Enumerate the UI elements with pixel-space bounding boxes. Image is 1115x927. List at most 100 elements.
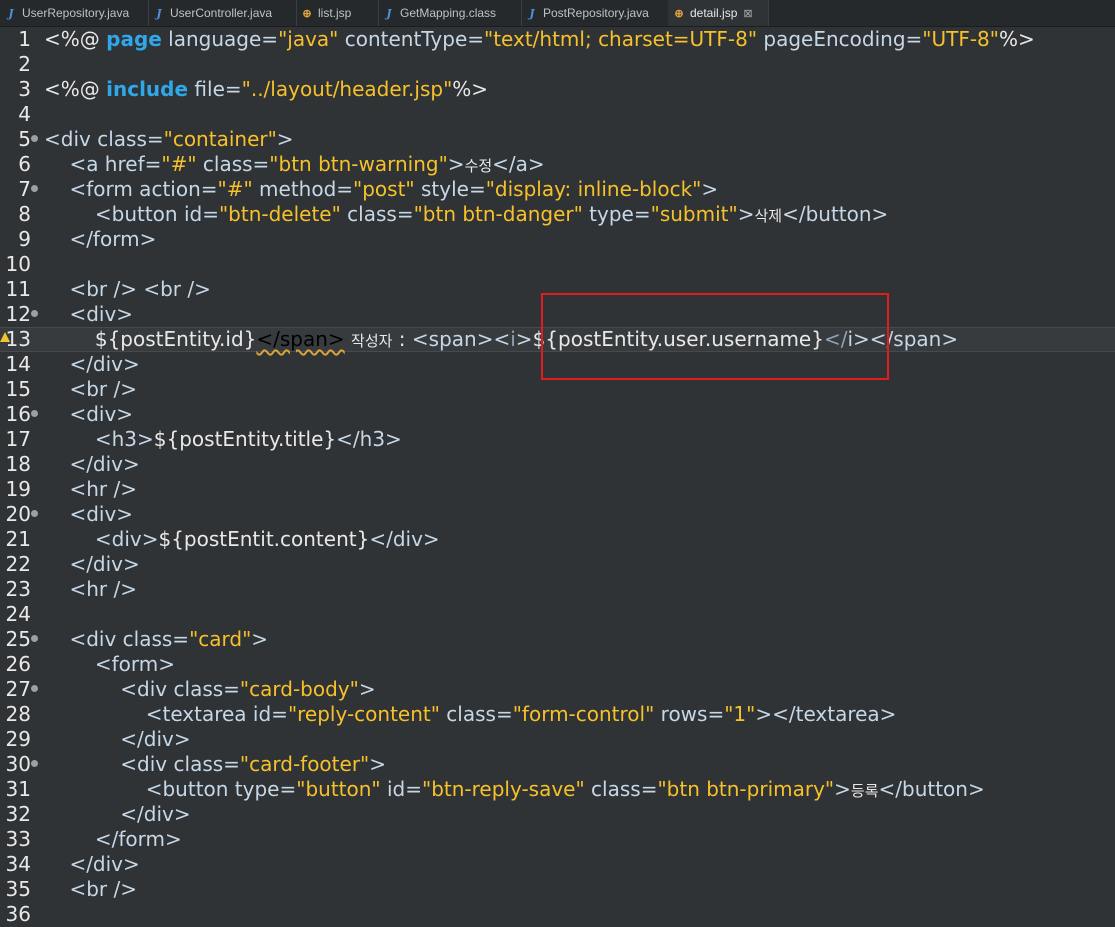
code-token: </ (823, 327, 848, 351)
code-text: <form> (44, 652, 175, 677)
code-text: <br /> <br /> (44, 277, 210, 302)
fold-toggle-icon[interactable] (31, 685, 38, 692)
code-line[interactable]: 26 <form> (0, 652, 1115, 677)
code-text: </div> (44, 352, 139, 377)
code-token: "reply-content" (287, 702, 440, 726)
line-number: 7 (18, 177, 31, 201)
code-line[interactable]: 30 <div class="card-footer"> (0, 752, 1115, 777)
code-token: <%@ (44, 77, 107, 101)
code-token: "button" (296, 777, 381, 801)
code-token: > (834, 777, 851, 801)
line-number: 15 (5, 377, 31, 401)
code-token: <br /> (69, 377, 137, 401)
tab-list-jsp[interactable]: ⊕ list.jsp (296, 0, 379, 26)
fold-toggle-icon[interactable] (31, 135, 38, 142)
code-line[interactable]: 32 </div> (0, 802, 1115, 827)
code-line[interactable]: 6 <a href="#" class="btn btn-warning">수정… (0, 152, 1115, 177)
code-line[interactable]: 13 ${postEntity.id}</span> 작성자 : <span><… (0, 327, 1115, 352)
code-text: </div> (44, 552, 139, 577)
code-token: </form> (69, 227, 157, 251)
warning-icon (0, 332, 10, 342)
line-number: 26 (5, 652, 31, 676)
code-line[interactable]: 35 <br /> (0, 877, 1115, 902)
code-line[interactable]: 1 <%@ page language="java" contentType="t… (0, 27, 1115, 52)
editor-tab-bar: J UserRepository.java J UserController.java… (0, 0, 1115, 27)
code-token: class= (340, 202, 414, 226)
code-line[interactable]: 19 <hr /> (0, 477, 1115, 502)
code-line[interactable]: 22 </div> (0, 552, 1115, 577)
code-line[interactable]: 11 <br /> <br /> (0, 277, 1115, 302)
code-line[interactable]: 29 </div> (0, 727, 1115, 752)
fold-toggle-icon[interactable] (31, 510, 38, 517)
code-line[interactable]: 7 <form action="#" method="post" style="… (0, 177, 1115, 202)
fold-toggle-icon[interactable] (31, 185, 38, 192)
code-token: class= (439, 702, 513, 726)
code-line[interactable]: 34 </div> (0, 852, 1115, 877)
code-token: <br /> (69, 877, 137, 901)
code-token: <h3> (94, 427, 154, 451)
code-token: ></span> (853, 327, 959, 351)
code-token: type= (582, 202, 651, 226)
code-text: <div class="card"> (44, 627, 268, 652)
code-token: "container" (163, 127, 277, 151)
code-line[interactable]: 4 (0, 102, 1115, 127)
code-line[interactable]: 16 <div> (0, 402, 1115, 427)
code-line[interactable]: 24 (0, 602, 1115, 627)
code-token: > (515, 327, 533, 351)
code-line[interactable]: 18 </div> (0, 452, 1115, 477)
code-line[interactable]: 36 (0, 902, 1115, 927)
code-line[interactable]: 15 <br /> (0, 377, 1115, 402)
code-line[interactable]: 3 <%@ include file="../layout/header.jsp"… (0, 77, 1115, 102)
code-line[interactable]: 28 <textarea id="reply-content" class="f… (0, 702, 1115, 727)
jsp-globe-icon: ⊕ (674, 7, 684, 20)
code-token: ${postEntity.id} (44, 327, 257, 351)
code-line[interactable]: 31 <button type="button" id="btn-reply-s… (0, 777, 1115, 802)
code-line[interactable]: 2 (0, 52, 1115, 77)
tab-usercontroller-java[interactable]: J UserController.java (148, 0, 297, 26)
tab-postrepository-java[interactable]: J PostRepository.java (521, 0, 669, 26)
close-icon[interactable]: ⊠ (743, 7, 752, 20)
tab-getmapping-class[interactable]: J GetMapping.class (378, 0, 522, 26)
code-line[interactable]: 27 <div class="card-body"> (0, 677, 1115, 702)
code-line[interactable]: 20 <div> (0, 502, 1115, 527)
code-token: <hr /> (69, 477, 137, 501)
fold-toggle-icon[interactable] (31, 310, 38, 317)
code-line[interactable]: 23 <hr /> (0, 577, 1115, 602)
tab-detail-jsp[interactable]: ⊕ detail.jsp ⊠ (668, 0, 769, 26)
code-line[interactable]: 21 <div>${postEntit.content}</div> (0, 527, 1115, 552)
line-number: 8 (18, 202, 31, 226)
code-token: <div> (69, 402, 134, 426)
fold-toggle-icon[interactable] (31, 410, 38, 417)
code-line[interactable]: 14 </div> (0, 352, 1115, 377)
code-token: "card" (189, 627, 252, 651)
code-line[interactable]: 10 (0, 252, 1115, 277)
fold-toggle-icon[interactable] (31, 635, 38, 642)
code-token: <div (44, 127, 91, 151)
code-editor[interactable]: 1 <%@ page language="java" contentType="t… (0, 27, 1115, 926)
line-number: 23 (5, 577, 31, 601)
code-token: "btn btn-danger" (413, 202, 583, 226)
code-line[interactable]: 8 <button id="btn-delete" class="btn btn… (0, 202, 1115, 227)
code-text: <form action="#" method="post" style="di… (44, 177, 718, 202)
code-token: <div> (94, 527, 159, 551)
fold-toggle-icon[interactable] (31, 760, 38, 767)
code-line[interactable]: 33 </form> (0, 827, 1115, 852)
code-token: </span> (256, 327, 345, 351)
code-line[interactable]: 9 </form> (0, 227, 1115, 252)
line-number: 33 (5, 827, 31, 851)
tab-userrepository-java[interactable]: J UserRepository.java (0, 0, 149, 26)
code-line[interactable]: 25 <div class="card"> (0, 627, 1115, 652)
code-line[interactable]: 12 <div> (0, 302, 1115, 327)
code-line[interactable]: 5 <div class="container"> (0, 127, 1115, 152)
code-token: </a> (492, 152, 545, 176)
code-token: <span>< (411, 327, 511, 351)
code-token: <form> (94, 652, 176, 676)
code-line[interactable]: 17 <h3>${postEntity.title}</h3> (0, 427, 1115, 452)
code-token: 삭제 (754, 207, 783, 225)
